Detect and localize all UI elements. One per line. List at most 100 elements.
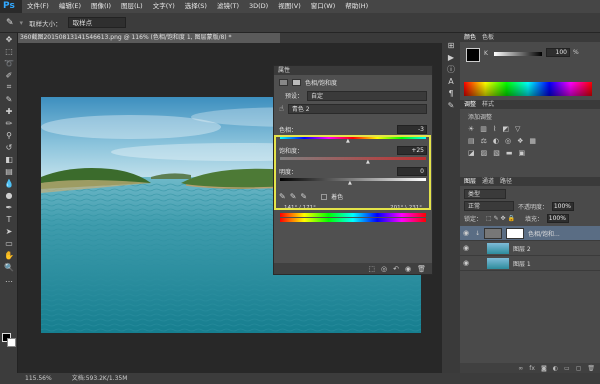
blend-mode-select[interactable]: 正常 [464,201,514,211]
visibility-icon[interactable]: ◉ [405,265,411,273]
history-brush-icon[interactable]: ↺ [0,141,18,153]
saturation-slider-thumb[interactable]: ▲ [366,159,370,165]
brightness-icon[interactable]: ☀ [468,125,474,133]
lock-icons[interactable]: ⬚ ✎ ✥ 🔒 [486,215,515,222]
eye-icon[interactable]: ◉ [463,244,471,252]
view-previous-icon[interactable]: ◎ [381,265,387,273]
menu-window[interactable]: 窗口(W) [306,0,341,13]
link-layers-icon[interactable]: ∞ [518,365,523,372]
zoom-level[interactable]: 115.56% [25,373,52,384]
stamp-tool-icon[interactable]: ⚲ [0,129,18,141]
path-select-icon[interactable]: ➤ [0,225,18,237]
shape-tool-icon[interactable]: ▭ [0,237,18,249]
invert-icon[interactable]: ◪ [468,149,475,157]
menu-edit[interactable]: 编辑(E) [54,0,86,13]
new-layer-icon[interactable]: ▢ [576,365,582,372]
exposure-icon[interactable]: ◩ [502,125,509,133]
bw-icon[interactable]: ◐ [493,137,499,145]
posterize-icon[interactable]: ▨ [481,149,488,157]
threshold-icon[interactable]: ▧ [493,149,500,157]
layer-row-2[interactable]: ◉ 图层 2 [460,241,600,256]
fx-icon[interactable]: fx [529,365,535,372]
mask-icon[interactable] [292,78,301,86]
mask-thumb[interactable] [506,227,525,239]
delete-icon[interactable]: 🗑 [417,265,426,273]
tab-layers[interactable]: 图层 [464,177,476,186]
trash-icon[interactable]: 🗑 [587,365,595,372]
eye-icon[interactable]: ◉ [463,229,471,237]
type-tool-icon[interactable]: T [0,213,18,225]
tab-swatches[interactable]: 色板 [482,33,494,42]
more-tools-icon[interactable]: … [0,273,18,285]
tab-color[interactable]: 颜色 [464,33,476,42]
color-ramp[interactable] [464,82,592,96]
move-tool-icon[interactable]: ✥ [0,33,18,45]
layer-filter-select[interactable]: 类型 [464,189,506,199]
actions-panel-icon[interactable]: ▶ [442,51,460,63]
selective-color-icon[interactable]: ▣ [519,149,526,157]
background-color-swatch[interactable] [7,338,16,347]
menu-view[interactable]: 视图(V) [273,0,306,13]
tab-styles[interactable]: 样式 [482,100,494,109]
sample-size-select[interactable]: 取样点 [67,17,126,28]
hand-tool-icon[interactable]: ✋ [0,249,18,261]
reset-icon[interactable]: ↶ [393,265,399,273]
eraser-tool-icon[interactable]: ◧ [0,153,18,165]
pen-tool-icon[interactable]: ✒ [0,201,18,213]
levels-icon[interactable]: ▥ [480,125,487,133]
add-mask-icon[interactable]: ◙ [541,365,547,372]
hand-adjust-icon[interactable]: ☝ [279,104,284,113]
brush-panel-icon[interactable]: ✎ [442,99,460,111]
new-adjustment-icon[interactable]: ◐ [553,365,558,372]
tab-channels[interactable]: 通道 [482,177,494,186]
layer-row-1[interactable]: ◉ 图层 1 [460,256,600,271]
color-range-bar-bottom[interactable] [280,218,426,222]
menu-file[interactable]: 文件(F) [22,0,54,13]
menu-select[interactable]: 选择(S) [180,0,212,13]
document-tab[interactable]: 360截图20150813141546613.png @ 116% (色相/饱和… [18,33,280,43]
lightness-slider-thumb[interactable]: ▲ [348,180,352,186]
history-panel-icon[interactable]: ⊞ [442,39,460,51]
paragraph-panel-icon[interactable]: ¶ [442,87,460,99]
k-value[interactable]: 100 [546,48,570,57]
eyedropper-icon[interactable]: ✎ [6,18,14,28]
menu-help[interactable]: 帮助(H) [340,0,373,13]
crop-tool-icon[interactable]: ⌗ [0,81,18,93]
lasso-tool-icon[interactable]: ➰ [0,57,18,69]
new-group-icon[interactable]: ▭ [564,365,570,372]
vibrance-icon[interactable]: ▽ [515,125,520,133]
tab-paths[interactable]: 路径 [500,177,512,186]
hue-slider-thumb[interactable]: ▲ [346,138,350,144]
color-lookup-icon[interactable]: ▦ [529,137,536,145]
fg-color-chip[interactable] [466,48,480,62]
menu-image[interactable]: 图像(I) [86,0,116,13]
preset-select[interactable]: 自定 [307,90,427,101]
eye-icon[interactable]: ◉ [463,259,471,267]
marquee-tool-icon[interactable]: ⬚ [0,45,18,57]
k-slider[interactable] [494,52,542,56]
clip-to-layer-icon[interactable]: ⬚ [368,265,375,273]
curves-icon[interactable]: ⌇ [493,125,496,133]
gradient-tool-icon[interactable]: ▤ [0,165,18,177]
photo-filter-icon[interactable]: ◎ [505,137,511,145]
menu-layer[interactable]: 图层(L) [116,0,148,13]
healing-tool-icon[interactable]: ✚ [0,105,18,117]
fill-input[interactable]: 100% [546,213,569,223]
menu-type[interactable]: 文字(Y) [148,0,180,13]
menu-3d[interactable]: 3D(D) [244,0,273,13]
color-range-bar-top[interactable] [280,213,426,217]
color-balance-icon[interactable]: ⚖ [481,137,487,145]
eyedropper-tool-icon[interactable]: ✎ [0,93,18,105]
quick-select-tool-icon[interactable]: ✐ [0,69,18,81]
hue-sat-icon[interactable]: ▤ [468,137,475,145]
menu-filter[interactable]: 滤镜(T) [212,0,244,13]
blur-tool-icon[interactable]: 💧 [0,177,18,189]
opacity-input[interactable]: 100% [552,201,575,211]
layer-row-adjustment[interactable]: ◉ ↓ 色相/饱和... [460,226,600,241]
channel-select[interactable]: 青色 2 [287,103,427,114]
character-panel-icon[interactable]: A [442,75,460,87]
gradient-map-icon[interactable]: ▬ [506,149,513,157]
hue-input[interactable]: -3 [397,125,427,134]
dodge-tool-icon[interactable]: ● [0,189,18,201]
channel-mixer-icon[interactable]: ❖ [517,137,523,145]
